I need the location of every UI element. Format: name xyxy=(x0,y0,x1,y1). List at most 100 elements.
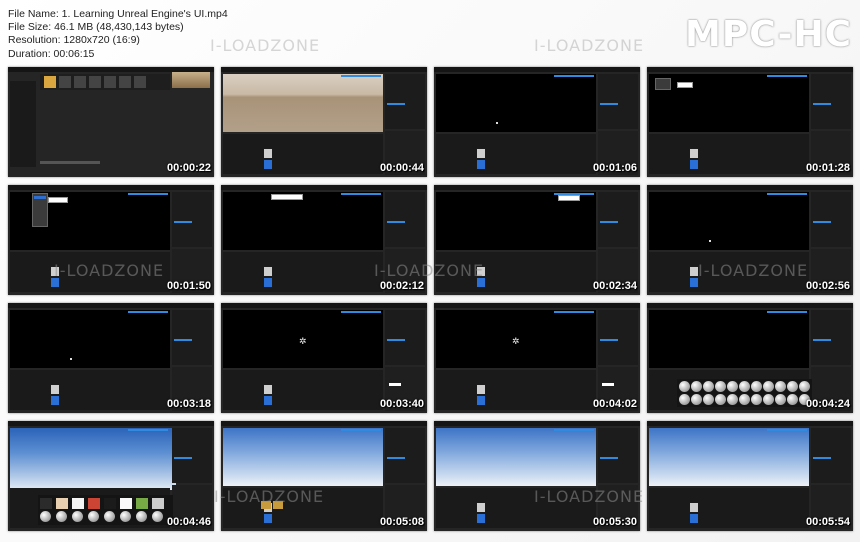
video-thumbnail[interactable]: ✲ 00:03:40 xyxy=(221,303,427,413)
editor-toolbar xyxy=(221,67,427,72)
selected-row xyxy=(813,457,831,459)
actor-icon xyxy=(715,381,726,392)
asset-thumb xyxy=(263,277,273,288)
template-tile xyxy=(74,76,86,88)
outliner-panel xyxy=(598,310,638,365)
asset-thumb xyxy=(263,513,273,524)
tooltip xyxy=(48,197,68,203)
viewport xyxy=(223,428,383,486)
content-browser xyxy=(223,488,383,528)
material-sphere xyxy=(40,511,51,522)
tooltip xyxy=(271,194,303,200)
selected-row xyxy=(174,457,192,459)
video-thumbnail[interactable]: 00:05:08 xyxy=(221,421,427,531)
video-thumbnail[interactable]: 00:01:50 xyxy=(8,185,214,295)
viewport-toolbar xyxy=(341,311,381,313)
video-thumbnail[interactable]: 00:01:28 xyxy=(647,67,853,177)
selected-row xyxy=(600,457,618,459)
video-thumbnail[interactable]: 00:02:12 xyxy=(221,185,427,295)
viewport xyxy=(10,310,170,368)
video-thumbnail[interactable]: 00:04:24 xyxy=(647,303,853,413)
asset-thumb xyxy=(263,395,273,406)
thumbnail-timestamp: 00:02:56 xyxy=(805,280,850,292)
selected-row xyxy=(600,103,618,105)
actor-icon xyxy=(739,394,750,405)
viewport-toolbar xyxy=(341,75,381,77)
actor-icon xyxy=(739,381,750,392)
outliner-panel xyxy=(811,74,851,129)
content-browser xyxy=(649,488,809,528)
material-swatch xyxy=(72,498,84,509)
viewport-toolbar xyxy=(767,75,807,77)
thumbnail-timestamp: 00:03:40 xyxy=(379,398,424,410)
video-thumbnail[interactable]: 00:00:22 xyxy=(8,67,214,177)
selected-row xyxy=(387,339,405,341)
path-bar xyxy=(40,161,100,164)
outliner-panel xyxy=(598,192,638,247)
content-browser xyxy=(649,134,809,174)
thumbnail-timestamp: 00:05:08 xyxy=(379,516,424,528)
viewport xyxy=(649,428,809,486)
material-sphere xyxy=(72,511,83,522)
editor-toolbar xyxy=(434,421,640,426)
viewport-toolbar xyxy=(767,429,807,431)
material-sphere xyxy=(88,511,99,522)
outliner-panel xyxy=(385,310,425,365)
video-thumbnail[interactable]: 00:00:44 xyxy=(221,67,427,177)
editor-toolbar xyxy=(8,185,214,190)
actor-icon xyxy=(703,381,714,392)
video-thumbnail[interactable]: 00:02:34 xyxy=(434,185,640,295)
outliner-panel xyxy=(172,192,212,247)
material-swatch xyxy=(120,498,132,509)
file-info: File Name: 1. Learning Unreal Engine's U… xyxy=(8,8,228,61)
template-row xyxy=(40,74,170,90)
material-sphere xyxy=(104,511,115,522)
file-size: File Size: 46.1 MB (48,430,143 bytes) xyxy=(8,21,184,34)
selected-row xyxy=(387,103,405,105)
viewport xyxy=(223,74,383,132)
selected-row xyxy=(813,103,831,105)
template-tile xyxy=(104,76,116,88)
video-thumbnail[interactable]: 00:04:46 xyxy=(8,421,214,531)
asset-thumb xyxy=(261,501,271,509)
material-sphere xyxy=(152,511,163,522)
resolution: Resolution: 1280x720 (16:9) xyxy=(8,34,140,47)
asset-thumb xyxy=(263,266,273,277)
asset-thumb xyxy=(476,159,486,170)
viewport-toolbar xyxy=(554,429,594,431)
material-swatch xyxy=(56,498,68,509)
asset-thumb xyxy=(476,266,486,277)
thumbnail-timestamp: 00:05:30 xyxy=(592,516,637,528)
video-thumbnail[interactable]: 00:01:06 xyxy=(434,67,640,177)
cursor xyxy=(709,240,711,242)
content-browser xyxy=(10,252,170,292)
thumbnail-timestamp: 00:00:44 xyxy=(379,162,424,174)
asset-thumb xyxy=(263,159,273,170)
video-thumbnail[interactable]: 00:02:56 xyxy=(647,185,853,295)
viewport xyxy=(10,428,176,490)
light-icon: ✲ xyxy=(512,336,520,346)
template-tile xyxy=(134,76,146,88)
selected-row xyxy=(387,457,405,459)
asset-thumb xyxy=(689,502,699,513)
editor-toolbar xyxy=(647,421,853,426)
thumbnail-timestamp: 00:01:28 xyxy=(805,162,850,174)
video-thumbnail[interactable]: 00:03:18 xyxy=(8,303,214,413)
editor-toolbar xyxy=(8,303,214,308)
outliner-panel xyxy=(385,428,425,483)
video-thumbnail[interactable]: ✲ 00:04:02 xyxy=(434,303,640,413)
video-thumbnail[interactable]: 00:05:30 xyxy=(434,421,640,531)
asset-thumb xyxy=(476,148,486,159)
material-swatch xyxy=(136,498,148,509)
actor-icon xyxy=(691,394,702,405)
video-thumbnail[interactable]: 00:05:54 xyxy=(647,421,853,531)
content-browser xyxy=(436,488,596,528)
template-tile xyxy=(59,76,71,88)
duration: Duration: 00:06:15 xyxy=(8,47,95,60)
content-browser xyxy=(223,134,383,174)
editor-toolbar xyxy=(647,67,853,72)
asset-thumb xyxy=(476,502,486,513)
editor-toolbar xyxy=(8,421,214,426)
material-swatch xyxy=(40,498,52,509)
actor-icon xyxy=(691,381,702,392)
